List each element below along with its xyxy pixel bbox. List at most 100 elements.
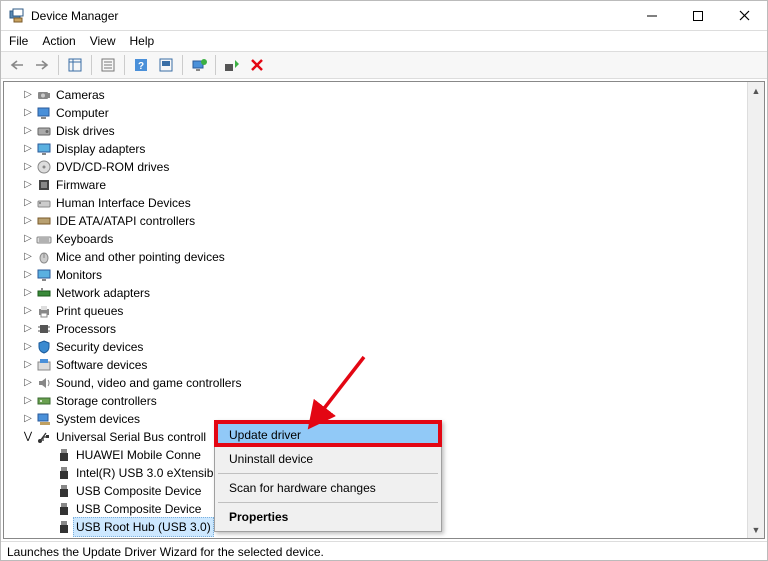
expand-icon[interactable]: ▷ [22, 341, 34, 353]
tree-node-network[interactable]: ▷ Network adapters [22, 284, 764, 302]
system-icon [36, 411, 52, 427]
tree-label: Cameras [56, 86, 105, 104]
shield-icon [36, 339, 52, 355]
expand-icon[interactable]: ▷ [22, 179, 34, 191]
expand-icon[interactable]: ▷ [22, 287, 34, 299]
tree-node-storage[interactable]: ▷ Storage controllers [22, 392, 764, 410]
expand-icon[interactable]: ▷ [22, 377, 34, 389]
toolbar-separator [58, 55, 59, 75]
menubar: File Action View Help [1, 31, 767, 51]
display-icon [36, 141, 52, 157]
tree-node-monitors[interactable]: ▷ Monitors [22, 266, 764, 284]
dvd-icon [36, 159, 52, 175]
show-hide-tree-button[interactable] [63, 54, 87, 76]
tree-node-software[interactable]: ▷ Software devices [22, 356, 764, 374]
tree-label: Computer [56, 104, 109, 122]
sound-icon [36, 375, 52, 391]
expand-icon[interactable]: ▷ [22, 107, 34, 119]
tree-node-hid[interactable]: ▷ Human Interface Devices [22, 194, 764, 212]
software-icon [36, 357, 52, 373]
tree-node-processors[interactable]: ▷ Processors [22, 320, 764, 338]
tree-node-display[interactable]: ▷ Display adapters [22, 140, 764, 158]
statusbar: Launches the Update Driver Wizard for th… [1, 541, 767, 561]
toolbar: ? [1, 51, 767, 79]
update-driver-button[interactable] [187, 54, 211, 76]
ctx-uninstall-device[interactable]: Uninstall device [217, 447, 439, 471]
expand-icon[interactable]: ▷ [22, 395, 34, 407]
collapse-icon[interactable]: ⋁ [22, 431, 34, 443]
tree-label: DVD/CD-ROM drives [56, 158, 169, 176]
menu-view[interactable]: View [90, 34, 116, 48]
tree-label: Sound, video and game controllers [56, 374, 241, 392]
expand-icon[interactable]: ▷ [22, 269, 34, 281]
tb-icon-2[interactable] [154, 54, 178, 76]
forward-button[interactable] [30, 54, 54, 76]
computer-icon [36, 105, 52, 121]
monitor-icon [36, 267, 52, 283]
firmware-icon [36, 177, 52, 193]
expand-icon[interactable]: ▷ [22, 359, 34, 371]
minimize-button[interactable] [629, 1, 675, 30]
expand-icon[interactable]: ▷ [22, 413, 34, 425]
tree-label: USB Composite Device [76, 482, 201, 500]
tree-node-security[interactable]: ▷ Security devices [22, 338, 764, 356]
expand-icon[interactable]: ▷ [22, 251, 34, 263]
storage-icon [36, 393, 52, 409]
ctx-separator [218, 502, 438, 503]
expand-icon[interactable]: ▷ [22, 197, 34, 209]
expand-icon[interactable]: ▷ [22, 89, 34, 101]
expand-icon[interactable]: ▷ [22, 323, 34, 335]
expand-icon[interactable]: ▷ [22, 215, 34, 227]
menu-action[interactable]: Action [42, 34, 75, 48]
tree-node-firmware[interactable]: ▷ Firmware [22, 176, 764, 194]
help-button[interactable]: ? [129, 54, 153, 76]
vertical-scrollbar[interactable]: ▲ ▼ [747, 82, 764, 538]
tree-label: Processors [56, 320, 116, 338]
tree-node-dvd[interactable]: ▷ DVD/CD-ROM drives [22, 158, 764, 176]
tree-node-sound[interactable]: ▷ Sound, video and game controllers [22, 374, 764, 392]
expand-icon[interactable]: ▷ [22, 161, 34, 173]
usb-device-icon [56, 483, 72, 499]
expand-icon[interactable]: ▷ [22, 233, 34, 245]
ctx-properties[interactable]: Properties [217, 505, 439, 529]
network-icon [36, 285, 52, 301]
maximize-button[interactable] [675, 1, 721, 30]
window-title: Device Manager [31, 9, 629, 23]
tree-node-disk[interactable]: ▷ Disk drives [22, 122, 764, 140]
context-menu: Update driver Uninstall device Scan for … [214, 420, 442, 532]
uninstall-button[interactable] [245, 54, 269, 76]
ctx-update-driver[interactable]: Update driver [217, 423, 439, 447]
disk-icon [36, 123, 52, 139]
tree-node-keyboards[interactable]: ▷ Keyboards [22, 230, 764, 248]
tree-node-cameras[interactable]: ▷ Cameras [22, 86, 764, 104]
processor-icon [36, 321, 52, 337]
ctx-scan-hardware[interactable]: Scan for hardware changes [217, 476, 439, 500]
back-button[interactable] [5, 54, 29, 76]
tree-label: IDE ATA/ATAPI controllers [56, 212, 195, 230]
tree-label: HUAWEI Mobile Conne [76, 446, 201, 464]
scroll-up-button[interactable]: ▲ [748, 82, 764, 99]
toolbar-separator [182, 55, 183, 75]
menu-file[interactable]: File [9, 34, 28, 48]
close-button[interactable] [721, 1, 767, 30]
menu-help[interactable]: Help [130, 34, 155, 48]
toolbar-separator [215, 55, 216, 75]
tree-label: Universal Serial Bus controll [56, 428, 206, 446]
ctx-separator [218, 473, 438, 474]
tree-node-ide[interactable]: ▷ IDE ATA/ATAPI controllers [22, 212, 764, 230]
tree-label: Firmware [56, 176, 106, 194]
tree-node-printq[interactable]: ▷ Print queues [22, 302, 764, 320]
scan-hardware-button[interactable] [220, 54, 244, 76]
tree-label: Monitors [56, 266, 102, 284]
tree-label: Human Interface Devices [56, 194, 191, 212]
toolbar-separator [124, 55, 125, 75]
tree-label: USB Root Hub (USB 3.0) [73, 517, 214, 537]
expand-icon[interactable]: ▷ [22, 143, 34, 155]
properties-button[interactable] [96, 54, 120, 76]
scroll-down-button[interactable]: ▼ [748, 521, 764, 538]
expand-icon[interactable]: ▷ [22, 125, 34, 137]
usb-icon [36, 429, 52, 445]
expand-icon[interactable]: ▷ [22, 305, 34, 317]
tree-node-computer[interactable]: ▷ Computer [22, 104, 764, 122]
tree-node-mice[interactable]: ▷ Mice and other pointing devices [22, 248, 764, 266]
